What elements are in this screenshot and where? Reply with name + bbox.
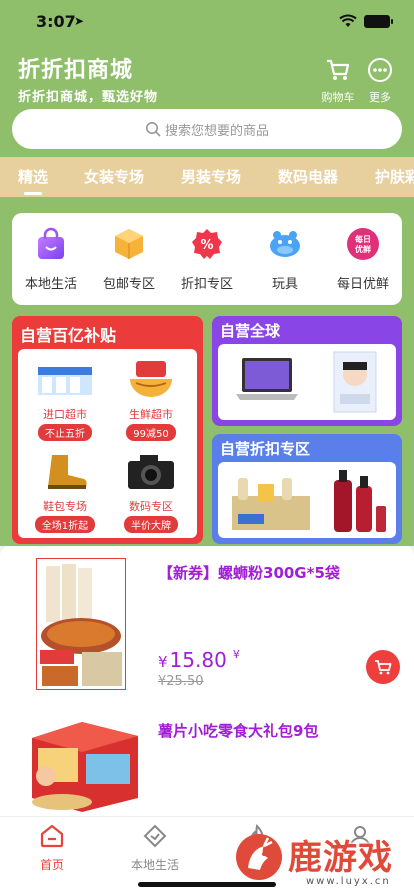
status-bar: 3:07 ➤ [0,0,414,44]
global-title: 自营全球 [220,322,281,340]
subsidy-item-fresh[interactable]: 生鲜超市 99减50 [110,359,192,441]
tab-label: 首页 [39,858,64,872]
more-icon [368,58,392,82]
tab-mens[interactable]: 男装专场 [181,166,241,187]
category-discount[interactable]: % 折扣专区 [172,227,242,292]
product-price: ¥15.80 ¥ [158,648,240,672]
add-to-cart-button[interactable] [366,650,400,684]
camera-image [128,455,174,489]
category-daily-fresh[interactable]: 每日 优鲜 每日优鲜 [328,227,398,292]
daily-fresh-icon: 每日 优鲜 [347,228,379,260]
discount-products [218,462,396,538]
subsidy-item-badge: 全场1折起 [34,516,96,533]
product-title[interactable]: 薯片小吃零食大礼包9包 [158,720,318,741]
product-feed: 【新券】螺蛳粉300G*5袋 ¥15.80 ¥ ¥25.50 薯片小吃零食大礼包9… [0,546,414,816]
toy-hippo-icon [270,231,300,257]
tab-beauty[interactable]: 护肤彩 [375,166,414,187]
discount-badge-icon: % [192,229,222,259]
more-label: 更多 [369,91,391,104]
subsidy-item-digital[interactable]: 数码专区 半价大牌 [110,451,192,533]
category-label: 折扣专区 [180,277,233,292]
product-card[interactable]: 【新券】螺蛳粉300G*5袋 ¥15.80 ¥ ¥25.50 [0,556,414,706]
cart-button[interactable]: 购物车 [318,56,358,105]
discount-panel[interactable]: 自营折扣专区 [212,434,402,544]
milk-boxes-image [38,367,92,395]
subsidy-item-badge: 不止五折 [38,424,92,441]
subsidy-panel[interactable]: 自营百亿补贴 进口超市 不止五折 生鲜超市 99减50 鞋包专场 全场1折起 数… [12,316,203,544]
tab-home[interactable]: 首页 [17,823,87,873]
boot-image [48,455,87,489]
tab-featured[interactable]: 精选 [18,166,48,195]
package-box-icon [115,229,143,259]
tab-digital[interactable]: 数码电器 [278,166,338,187]
product-title[interactable]: 【新券】螺蛳粉300G*5袋 [158,562,340,583]
deer-logo-icon [236,834,282,880]
product-image-snail-noodles [36,558,126,690]
daily-fresh-badge-top: 每日 [355,234,371,244]
svg-text:%: % [200,238,213,253]
global-products [218,344,396,420]
category-tabs: 精选 女装专场 男装专场 数码电器 护肤彩 [0,157,414,197]
laptop-image [236,358,298,400]
subsidy-item-name: 进口超市 [43,408,87,421]
watermark-url: www.luyx.cn [306,876,391,887]
cart-icon [375,660,392,675]
tab-womens[interactable]: 女装专场 [84,166,144,187]
search-input[interactable]: 搜索您想要的商品 [12,109,402,149]
noodle-bowl-image [130,361,172,397]
search-placeholder: 搜索您想要的商品 [164,123,269,139]
category-label: 包邮专区 [102,277,155,292]
battery-icon [364,15,393,28]
subsidy-item-badge: 99减50 [126,424,176,441]
app-subtitle: 折折扣商城，甄选好物 [18,90,159,105]
diamond-icon [143,824,167,848]
product-old-price: ¥25.50 [158,674,204,689]
search-icon [145,122,161,137]
face-mask-pack-image [333,351,377,413]
subsidy-item-name: 生鲜超市 [129,408,173,421]
brand: 折折扣商城 折折扣商城，甄选好物 [18,52,158,105]
category-label: 玩具 [271,277,298,292]
price-currency-suffix: ¥ [232,648,240,661]
product-image-snack-pack [32,722,138,812]
category-label: 每日优鲜 [336,277,389,292]
location-arrow-icon: ➤ [74,14,85,28]
subsidy-grid: 进口超市 不止五折 生鲜超市 99减50 鞋包专场 全场1折起 数码专区 半价大… [18,349,197,538]
wifi-icon [339,14,357,27]
category-local-life[interactable]: 本地生活 [16,227,86,292]
shopping-bag-icon [38,227,64,259]
product-card[interactable]: 薯片小吃零食大礼包9包 [0,712,414,816]
cart-icon [327,59,350,80]
subsidy-title: 自营百亿补贴 [20,326,117,345]
price-value: 15.80 [169,648,227,672]
app-title: 折折扣商城 [18,58,134,83]
tab-local-life[interactable]: 本地生活 [120,823,190,873]
watermark-text: 鹿游戏 [288,838,393,878]
status-time: 3:07 [36,12,76,31]
category-label: 本地生活 [24,277,77,292]
home-indicator [138,882,276,887]
subsidy-item-import[interactable]: 进口超市 不止五折 [24,359,106,441]
category-grid: 本地生活 包邮专区 % 折扣专区 玩具 每日 优鲜 每日优鲜 [12,213,402,305]
home-icon [40,824,64,848]
discount-title: 自营折扣专区 [220,440,311,458]
subsidy-item-name: 鞋包专场 [43,500,87,513]
beer-case-image [232,478,310,530]
tab-label: 本地生活 [130,858,179,872]
category-toys[interactable]: 玩具 [250,227,320,292]
global-panel[interactable]: 自营全球 [212,316,402,426]
cart-label: 购物车 [321,91,355,104]
subsidy-item-badge: 半价大牌 [124,516,178,533]
subsidy-item-shoes[interactable]: 鞋包专场 全场1折起 [24,451,106,533]
more-button[interactable]: 更多 [362,56,398,105]
subsidy-item-name: 数码专区 [129,500,173,513]
daily-fresh-badge-bottom: 优鲜 [355,244,371,254]
price-currency: ¥ [158,653,168,671]
shampoo-bottles-image [334,470,386,532]
category-free-shipping[interactable]: 包邮专区 [94,227,164,292]
